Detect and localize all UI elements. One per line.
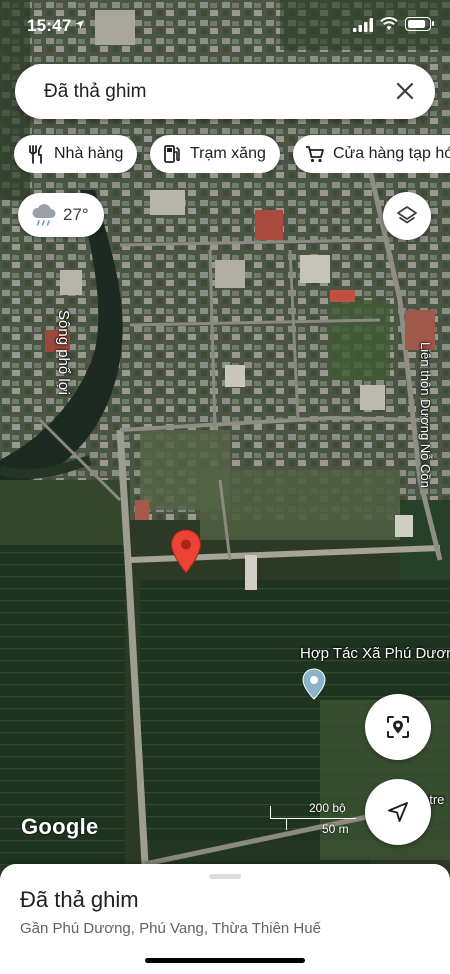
search-query[interactable]: Đã thả ghim bbox=[44, 81, 146, 103]
scale-meters: 50 m bbox=[322, 822, 349, 836]
status-bar: 15:47 bbox=[0, 0, 450, 50]
battery-level bbox=[407, 19, 425, 28]
sheet-grab-handle[interactable] bbox=[209, 874, 241, 879]
status-time: 15:47 bbox=[27, 16, 72, 35]
scale-tick bbox=[286, 818, 287, 830]
chip-label: Nhà hàng bbox=[54, 145, 124, 162]
temperature: 27° bbox=[63, 205, 89, 224]
scale-tick bbox=[270, 806, 271, 818]
cellular-signal-icon bbox=[353, 18, 373, 32]
close-icon[interactable] bbox=[393, 79, 417, 103]
poi-pin-icon[interactable] bbox=[302, 668, 326, 700]
rain-cloud-icon bbox=[32, 204, 56, 226]
layers-button[interactable] bbox=[383, 192, 431, 240]
scale-feet: 200 bộ bbox=[309, 801, 346, 815]
category-chips: Nhà hàng Trạm xăng Cửa hàng tạp hóa bbox=[0, 135, 450, 173]
location-services-icon bbox=[74, 18, 85, 33]
river-label: Sông phổ lợi bbox=[55, 310, 72, 395]
shopping-cart-icon bbox=[305, 144, 325, 164]
dropped-pin-icon[interactable] bbox=[170, 529, 202, 574]
battery-icon bbox=[405, 17, 434, 31]
layers-icon bbox=[397, 206, 417, 224]
chip-restaurants[interactable]: Nhà hàng bbox=[14, 135, 138, 173]
my-location-icon bbox=[387, 716, 409, 738]
navigation-arrow-icon bbox=[388, 802, 408, 822]
chip-label: Trạm xăng bbox=[190, 145, 266, 162]
google-logo: Google bbox=[21, 814, 99, 839]
poi-label[interactable]: Hợp Tác Xã Phú Dươn bbox=[300, 645, 450, 662]
restaurant-icon bbox=[26, 144, 46, 164]
recenter-button[interactable] bbox=[365, 694, 431, 760]
chip-label: Cửa hàng tạp hóa bbox=[333, 145, 450, 162]
wifi-icon bbox=[380, 17, 398, 30]
road-label: Liên thôn Dương Nỗ Cồn bbox=[418, 342, 433, 488]
navigate-button[interactable] bbox=[365, 779, 431, 845]
scale-bar bbox=[270, 818, 356, 819]
chip-grocery-stores[interactable]: Cửa hàng tạp hóa bbox=[293, 135, 450, 173]
chip-gas-stations[interactable]: Trạm xăng bbox=[150, 135, 280, 173]
search-bar[interactable]: Đã thả ghim bbox=[15, 64, 435, 119]
place-address: Gần Phú Dương, Phú Vang, Thừa Thiên Huế bbox=[20, 920, 321, 937]
place-title: Đã thả ghim bbox=[20, 887, 139, 912]
weather-widget[interactable]: 27° bbox=[18, 193, 104, 237]
home-indicator[interactable] bbox=[145, 958, 305, 963]
gas-station-icon bbox=[162, 144, 182, 164]
